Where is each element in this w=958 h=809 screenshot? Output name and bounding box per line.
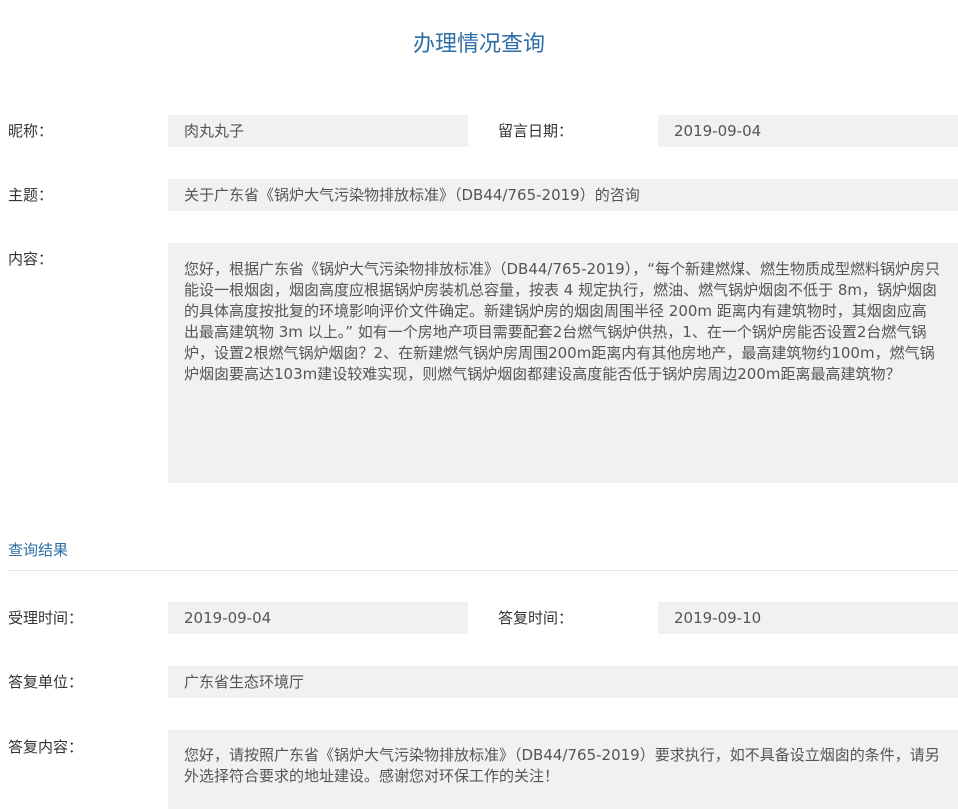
content-label: 内容： bbox=[8, 250, 54, 268]
result-section-title: 查询结果 bbox=[8, 541, 69, 559]
nickname-field: 肉丸丸子 bbox=[168, 115, 468, 147]
reply-content-field: 您好，请按照广东省《锅炉大气污染物排放标准》（DB44/765-2019）要求执… bbox=[168, 730, 958, 809]
date-label: 留言日期： bbox=[498, 122, 574, 140]
section-divider bbox=[8, 570, 958, 571]
reply-time-label: 答复时间： bbox=[498, 609, 574, 627]
date-field: 2019-09-04 bbox=[658, 115, 958, 147]
accept-time-label: 受理时间： bbox=[8, 609, 84, 627]
reply-time-field: 2019-09-10 bbox=[658, 602, 958, 634]
subject-label: 主题： bbox=[8, 186, 54, 204]
reply-unit-field: 广东省生态环境厅 bbox=[168, 666, 958, 698]
accept-time-field: 2019-09-04 bbox=[168, 602, 468, 634]
content-field: 您好，根据广东省《锅炉大气污染物排放标准》（DB44/765-2019），“每个… bbox=[168, 243, 958, 483]
subject-field: 关于广东省《锅炉大气污染物排放标准》（DB44/765-2019）的咨询 bbox=[168, 179, 958, 211]
page-title: 办理情况查询 bbox=[412, 32, 545, 57]
nickname-label: 昵称： bbox=[8, 122, 54, 140]
reply-content-label: 答复内容： bbox=[8, 738, 84, 756]
reply-unit-label: 答复单位： bbox=[8, 673, 84, 691]
